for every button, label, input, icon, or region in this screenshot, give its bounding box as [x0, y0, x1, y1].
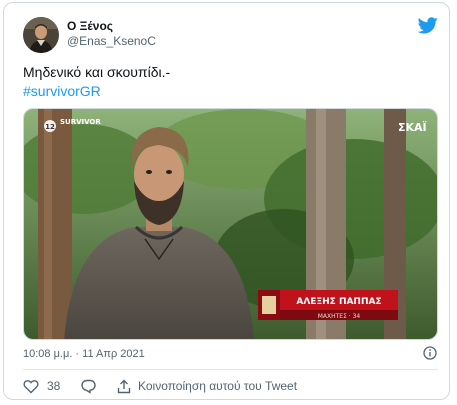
tweet-text: Μηδενικό και σκουπίδι.- #survivorGR [23, 63, 170, 101]
channel-logo: ΣΚΑΪ [398, 120, 427, 134]
share-icon [117, 379, 131, 394]
heart-icon [23, 379, 39, 394]
tweet-media-image[interactable]: 12 SURVIVOR ΣΚΑΪ ΑΛΕΞΗΣ ΠΑΠΠΑΣ ΜΑΧΗΤΕΣ ·… [23, 108, 438, 340]
actions-divider [23, 369, 438, 370]
reply-bubble-icon [81, 379, 96, 394]
share-label: Κοινοποίηση αυτού του Tweet [138, 379, 298, 393]
author-name[interactable]: Ο Ξένος [67, 19, 113, 33]
tweet-body: Μηδενικό και σκουπίδι.- [23, 64, 171, 80]
rating-badge: 12 [45, 123, 55, 131]
hashtag-link[interactable]: #survivorGR [23, 82, 170, 101]
like-button[interactable]: 38 [23, 378, 60, 394]
author-avatar[interactable] [23, 17, 59, 53]
show-logo-text: SURVIVOR [60, 118, 101, 126]
caption-sub: ΜΑΧΗΤΕΣ · 34 [318, 313, 361, 320]
like-count: 38 [47, 379, 61, 393]
reply-button[interactable] [81, 378, 96, 394]
author-handle[interactable]: @Enas_KsenoC [67, 34, 156, 48]
tweet-card[interactable]: Ο Ξένος @Enas_KsenoC Μηδενικό και σκουπί… [3, 2, 450, 400]
share-button[interactable]: Κοινοποίηση αυτού του Tweet [117, 378, 297, 394]
name-caption: ΑΛΕΞΗΣ ΠΑΠΠΑΣ ΜΑΧΗΤΕΣ · 34 [258, 290, 398, 320]
info-icon[interactable] [423, 346, 437, 360]
caption-name: ΑΛΕΞΗΣ ΠΑΠΠΑΣ [296, 297, 381, 307]
twitter-bird-icon[interactable] [417, 17, 438, 34]
tweet-timestamp[interactable]: 10:08 μ.μ. · 11 Απρ 2021 [23, 348, 145, 360]
